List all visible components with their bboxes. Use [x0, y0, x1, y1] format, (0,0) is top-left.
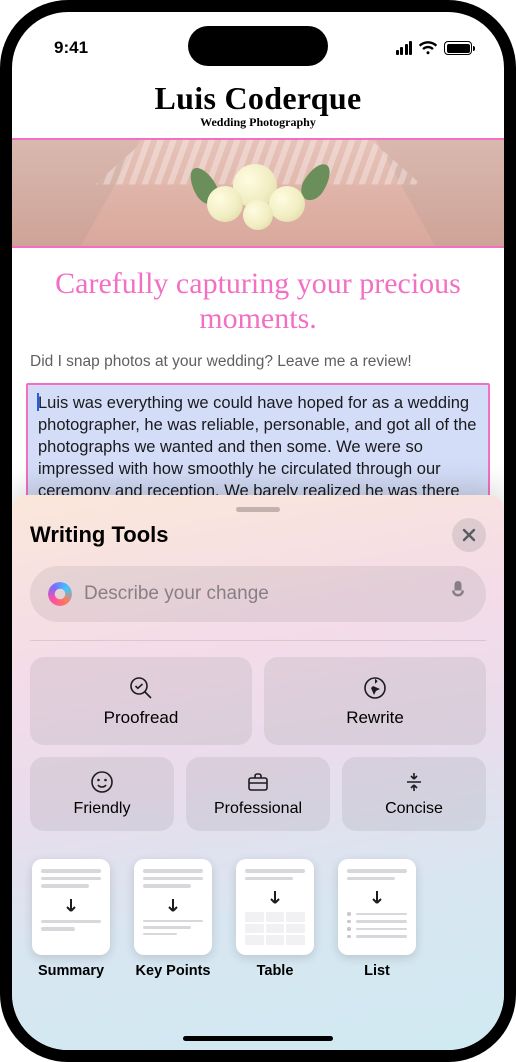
professional-label: Professional	[214, 800, 302, 818]
input-placeholder: Describe your change	[84, 583, 436, 605]
summary-transform[interactable]: Summary	[32, 859, 110, 979]
brand-subtitle: Wedding Photography	[12, 115, 504, 130]
close-button[interactable]	[452, 518, 486, 552]
smile-icon	[90, 770, 114, 794]
home-indicator[interactable]	[183, 1036, 333, 1041]
concise-label: Concise	[385, 800, 443, 818]
proofread-label: Proofread	[104, 708, 179, 728]
close-icon	[462, 528, 476, 542]
friendly-label: Friendly	[74, 800, 131, 818]
professional-button[interactable]: Professional	[186, 757, 330, 831]
friendly-button[interactable]: Friendly	[30, 757, 174, 831]
list-thumb	[338, 859, 416, 955]
summary-thumb	[32, 859, 110, 955]
brand-name: Luis Coderque	[12, 80, 504, 117]
key-points-thumb	[134, 859, 212, 955]
sheet-grabber[interactable]	[236, 507, 280, 512]
rewrite-icon	[361, 674, 389, 702]
proofread-button[interactable]: Proofread	[30, 657, 252, 745]
microphone-icon	[448, 580, 468, 604]
cellular-signal-icon	[396, 41, 413, 55]
wifi-icon	[418, 41, 438, 55]
key-points-label: Key Points	[136, 963, 211, 979]
magnifier-check-icon	[127, 674, 155, 702]
rewrite-label: Rewrite	[346, 708, 404, 728]
hero-image	[12, 138, 504, 248]
writing-tools-sheet: Writing Tools Describe your change Proof…	[12, 495, 504, 1050]
dictation-button[interactable]	[448, 580, 468, 609]
list-transform[interactable]: List	[338, 859, 416, 979]
summary-label: Summary	[38, 963, 104, 979]
divider	[30, 640, 486, 641]
briefcase-icon	[246, 770, 270, 794]
key-points-transform[interactable]: Key Points	[134, 859, 212, 979]
review-prompt: Did I snap photos at your wedding? Leave…	[12, 347, 504, 379]
describe-change-input[interactable]: Describe your change	[30, 566, 486, 622]
battery-icon	[444, 41, 472, 55]
dynamic-island	[188, 26, 328, 66]
status-time: 9:41	[54, 38, 88, 58]
brand-header: Luis Coderque Wedding Photography	[12, 76, 504, 132]
table-thumb	[236, 859, 314, 955]
table-label: Table	[257, 963, 294, 979]
text-caret	[37, 393, 39, 411]
sheet-title: Writing Tools	[30, 522, 169, 548]
table-transform[interactable]: Table	[236, 859, 314, 979]
list-label: List	[364, 963, 390, 979]
apple-intelligence-icon	[48, 582, 72, 606]
concise-button[interactable]: Concise	[342, 757, 486, 831]
rewrite-button[interactable]: Rewrite	[264, 657, 486, 745]
concise-icon	[402, 770, 426, 794]
page-headline: Carefully capturing your precious moment…	[12, 248, 504, 347]
